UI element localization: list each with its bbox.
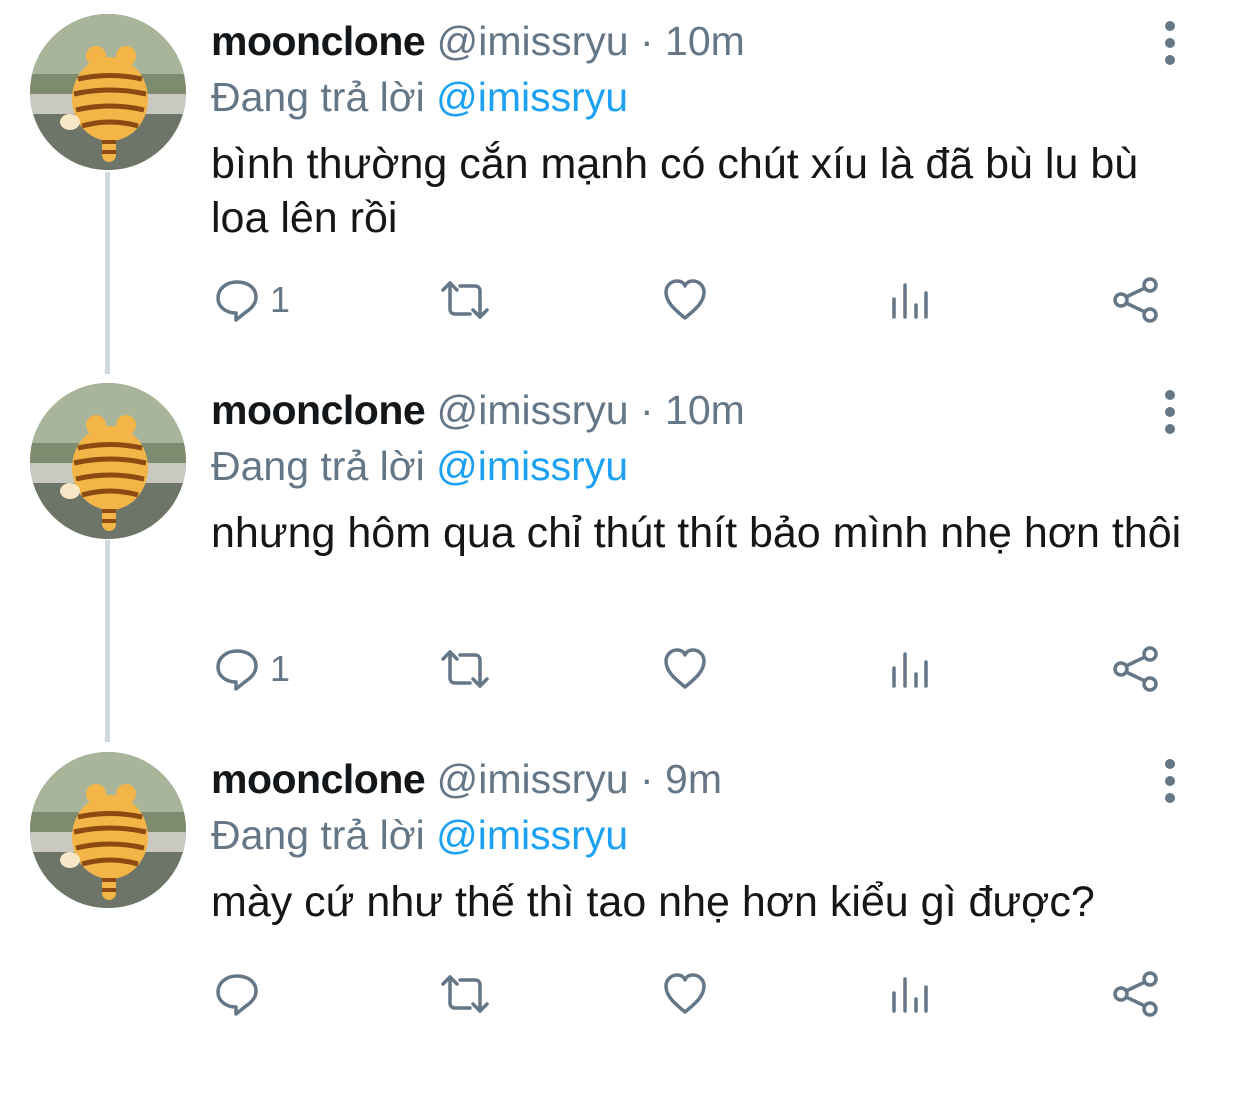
replying-to-label: Đang trả lời	[211, 812, 425, 858]
tweet-actions	[0, 964, 1234, 1024]
separator-dot: ·	[639, 18, 654, 64]
tweet-text: bình thường cắn mạnh có chút xíu là đã b…	[211, 140, 1139, 242]
more-vertical-icon	[1165, 390, 1175, 434]
user-handle[interactable]: @imissryu	[437, 18, 629, 64]
retweet-icon	[441, 650, 489, 688]
replying-to: Đang trả lời @imissryu	[211, 72, 628, 122]
tweet[interactable]: moonclone @imissryu · 10m Đang trả lời @…	[0, 0, 1234, 368]
reply-icon	[216, 280, 258, 322]
timestamp[interactable]: 10m	[665, 18, 745, 64]
analytics-icon	[892, 652, 928, 688]
replying-to-handle[interactable]: @imissryu	[436, 812, 628, 858]
retweet-icon	[441, 975, 489, 1013]
reply-button[interactable]	[214, 964, 270, 1024]
share-icon	[1113, 277, 1158, 323]
tweet-header: moonclone @imissryu · 9m	[211, 754, 722, 804]
retweet-icon	[441, 281, 489, 319]
like-button[interactable]	[662, 964, 708, 1024]
tweet-text: nhưng hôm qua chỉ thút thít bảo mình nhẹ…	[211, 509, 1182, 557]
retweet-button[interactable]	[440, 964, 490, 1024]
display-name[interactable]: moonclone	[211, 756, 426, 802]
analytics-button[interactable]	[888, 639, 932, 699]
avatar[interactable]	[30, 383, 186, 539]
replying-to-label: Đang trả lời	[211, 74, 425, 120]
tweet-text: mày cứ như thế thì tao nhẹ hơn kiểu gì đ…	[211, 878, 1095, 926]
tiger-avatar-image	[30, 383, 186, 539]
reply-icon	[216, 974, 258, 1016]
analytics-button[interactable]	[888, 964, 932, 1024]
reply-count: 1	[270, 648, 291, 689]
avatar[interactable]	[30, 752, 186, 908]
like-button[interactable]	[662, 270, 708, 330]
separator-dot: ·	[639, 387, 654, 433]
analytics-button[interactable]	[888, 270, 932, 330]
replying-to-label: Đang trả lời	[211, 443, 425, 489]
user-handle[interactable]: @imissryu	[437, 387, 629, 433]
like-button[interactable]	[662, 639, 708, 699]
more-vertical-icon	[1165, 21, 1175, 65]
analytics-icon	[892, 283, 928, 319]
replying-to: Đang trả lời @imissryu	[211, 810, 628, 860]
timestamp[interactable]: 9m	[665, 756, 722, 802]
replying-to-handle[interactable]: @imissryu	[436, 74, 628, 120]
share-icon	[1113, 971, 1158, 1017]
more-vertical-icon	[1165, 759, 1175, 803]
reply-icon	[216, 649, 258, 691]
tweet-actions: 1	[0, 639, 1234, 699]
share-icon	[1113, 646, 1158, 692]
reply-count: 1	[270, 279, 291, 320]
reply-button[interactable]: 1	[214, 639, 290, 699]
user-handle[interactable]: @imissryu	[437, 756, 629, 802]
tweet[interactable]: moonclone @imissryu · 9m Đang trả lời @i…	[0, 738, 1234, 1106]
like-icon	[664, 648, 706, 689]
tweet[interactable]: moonclone @imissryu · 10m Đang trả lời @…	[0, 369, 1234, 737]
tweet-header: moonclone @imissryu · 10m	[211, 385, 745, 435]
like-icon	[664, 973, 706, 1014]
retweet-button[interactable]	[440, 639, 490, 699]
like-icon	[664, 279, 706, 320]
tweet-actions: 1	[0, 270, 1234, 330]
avatar[interactable]	[30, 14, 186, 170]
replying-to-handle[interactable]: @imissryu	[436, 443, 628, 489]
tweet-header: moonclone @imissryu · 10m	[211, 16, 745, 66]
tiger-avatar-image	[30, 752, 186, 908]
analytics-icon	[892, 977, 928, 1013]
share-button[interactable]	[1112, 639, 1160, 699]
display-name[interactable]: moonclone	[211, 387, 426, 433]
tiger-avatar-image	[30, 14, 186, 170]
replying-to: Đang trả lời @imissryu	[211, 441, 628, 491]
reply-button[interactable]: 1	[214, 270, 290, 330]
separator-dot: ·	[639, 756, 654, 802]
retweet-button[interactable]	[440, 270, 490, 330]
share-button[interactable]	[1112, 270, 1160, 330]
more-options-button[interactable]	[1150, 387, 1190, 437]
more-options-button[interactable]	[1150, 18, 1190, 68]
share-button[interactable]	[1112, 964, 1160, 1024]
more-options-button[interactable]	[1150, 756, 1190, 806]
display-name[interactable]: moonclone	[211, 18, 426, 64]
timestamp[interactable]: 10m	[665, 387, 745, 433]
